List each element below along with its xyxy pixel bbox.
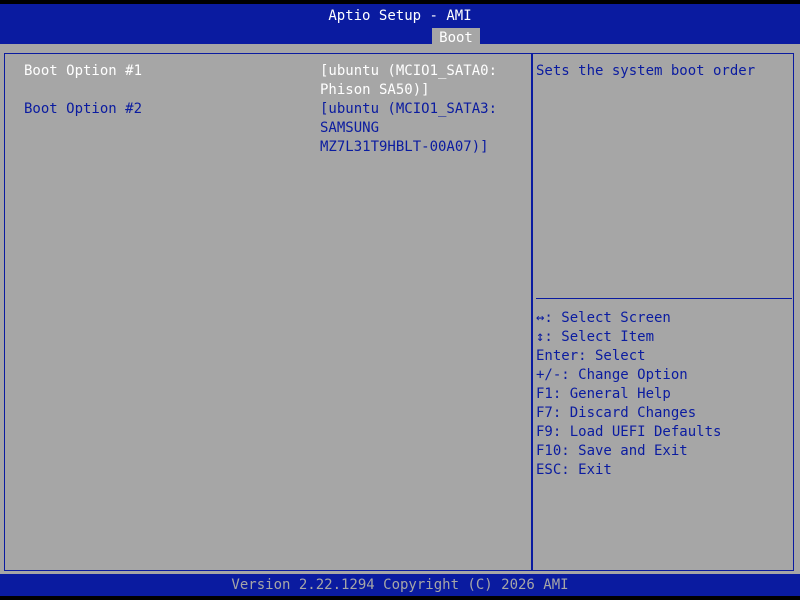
bios-screen: Aptio Setup - AMI Boot Boot Option #1 [u… — [0, 0, 800, 600]
key-hint-general-help: F1: General Help — [536, 386, 671, 402]
boot-option-1-value-line: Phison SA50)] — [320, 82, 430, 98]
boot-option-2-value[interactable]: [ubuntu (MCIO1_SATA3: SAMSUNG MZ7L31T9HB… — [320, 100, 520, 157]
vertical-divider — [531, 53, 533, 571]
footer-bar: Version 2.22.1294 Copyright (C) 2026 AMI — [0, 574, 800, 596]
boot-option-2-value-line: MZ7L31T9HBLT-00A07)] — [320, 139, 489, 155]
boot-option-2-value-line: [ubuntu (MCIO1_SATA3: — [320, 101, 498, 117]
app-title: Aptio Setup - AMI — [328, 8, 472, 24]
boot-option-1-value[interactable]: [ubuntu (MCIO1_SATA0: Phison SA50)] — [320, 62, 520, 100]
version-text: Version 2.22.1294 Copyright (C) 2026 AMI — [231, 577, 569, 593]
key-hint-select-screen: ↔: Select Screen — [536, 310, 671, 326]
header-bar: Aptio Setup - AMI Boot — [0, 4, 800, 48]
key-hint-select-item: ↕: Select Item — [536, 329, 655, 345]
key-legend: ↔: Select Screen ↕: Select Item Enter: S… — [536, 309, 721, 480]
key-hint-load-defaults: F9: Load UEFI Defaults — [536, 424, 722, 440]
help-description: Sets the system boot order — [536, 63, 756, 79]
boot-option-2-label[interactable]: Boot Option #2 — [24, 100, 142, 119]
key-hint-save-exit: F10: Save and Exit — [536, 443, 688, 459]
key-hint-exit: ESC: Exit — [536, 462, 612, 478]
key-hint-change-option: +/-: Change Option — [536, 367, 688, 383]
help-divider — [536, 298, 792, 299]
boot-option-1-value-line: [ubuntu (MCIO1_SATA0: — [320, 63, 498, 79]
main-panel: Boot Option #1 [ubuntu (MCIO1_SATA0: Phi… — [0, 44, 800, 574]
boot-option-2-value-line: SAMSUNG — [320, 120, 380, 136]
boot-option-1-label[interactable]: Boot Option #1 — [24, 62, 142, 81]
key-hint-enter: Enter: Select — [536, 348, 646, 364]
key-hint-discard-changes: F7: Discard Changes — [536, 405, 697, 421]
